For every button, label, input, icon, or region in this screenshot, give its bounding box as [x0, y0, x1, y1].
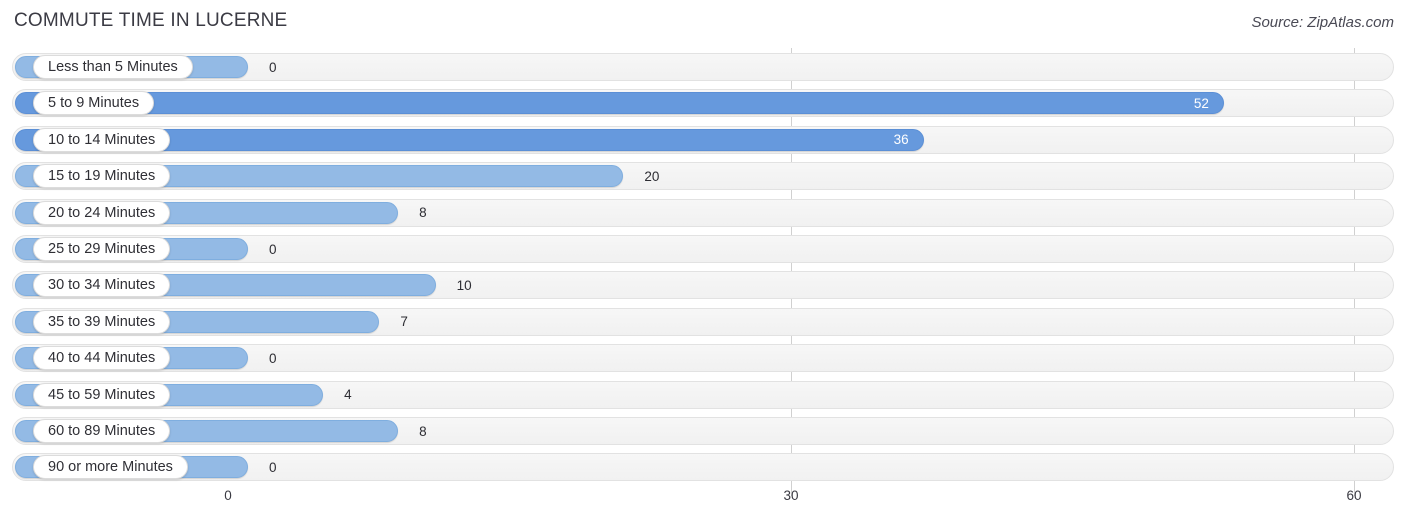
bar-value-label: 0	[269, 459, 277, 475]
bar-value-label: 4	[344, 387, 352, 403]
category-label: 90 or more Minutes	[33, 455, 188, 480]
chart-row: 30 to 34 Minutes 10	[12, 271, 1394, 300]
chart-row: 5 to 9 Minutes 52	[12, 89, 1394, 118]
category-label: 5 to 9 Minutes	[33, 91, 155, 116]
chart-row: 45 to 59 Minutes 4	[12, 380, 1394, 409]
category-label: 45 to 59 Minutes	[33, 382, 171, 407]
chart-row: 35 to 39 Minutes 7	[12, 307, 1394, 336]
bar-value-label: 10	[456, 277, 472, 293]
bar-value-label: 0	[269, 350, 277, 366]
bar-value-inside: 36	[893, 132, 909, 148]
chart-row: 40 to 44 Minutes 0	[12, 344, 1394, 373]
axis-tick-label: 30	[783, 488, 799, 503]
category-label: 30 to 34 Minutes	[33, 273, 171, 298]
page-title: COMMUTE TIME IN LUCERNE	[14, 10, 288, 31]
bar-value-label: 8	[419, 205, 427, 221]
category-label: 40 to 44 Minutes	[33, 346, 171, 371]
category-label: 15 to 19 Minutes	[33, 164, 171, 189]
chart-row: 20 to 24 Minutes 8	[12, 198, 1394, 227]
bar	[15, 92, 1224, 115]
axis-tick-label: 60	[1346, 488, 1362, 503]
bar-value-label: 0	[269, 59, 277, 75]
bar-value-label: 7	[400, 314, 408, 330]
chart-row: Less than 5 Minutes 0	[12, 53, 1394, 81]
chart-row: 15 to 19 Minutes 20	[12, 162, 1394, 191]
axis-tick-label: 0	[224, 488, 232, 503]
chart-container: COMMUTE TIME IN LUCERNE Source: ZipAtlas…	[0, 0, 1406, 524]
bar-value-label: 20	[644, 168, 660, 184]
chart-row: 10 to 14 Minutes 36	[12, 125, 1394, 154]
source-attribution: Source: ZipAtlas.com	[1251, 14, 1394, 31]
chart-row: 90 or more Minutes 0	[12, 453, 1394, 482]
category-label: 20 to 24 Minutes	[33, 200, 171, 225]
category-label: 60 to 89 Minutes	[33, 419, 171, 443]
category-label: 10 to 14 Minutes	[33, 127, 171, 152]
bar-value-label: 8	[419, 423, 427, 439]
bar-value-inside: 52	[1193, 95, 1209, 111]
bar-value-label: 0	[269, 241, 277, 257]
chart-row: 25 to 29 Minutes 0	[12, 235, 1394, 263]
category-label: Less than 5 Minutes	[33, 55, 193, 79]
category-label: 25 to 29 Minutes	[33, 237, 171, 261]
plot-area: Less than 5 Minutes 0 5 to 9 Minutes 52 10 t…	[0, 48, 1406, 496]
chart-row: 60 to 89 Minutes 8	[12, 417, 1394, 445]
x-axis: 0 30 60	[0, 488, 1406, 512]
category-label: 35 to 39 Minutes	[33, 309, 171, 334]
